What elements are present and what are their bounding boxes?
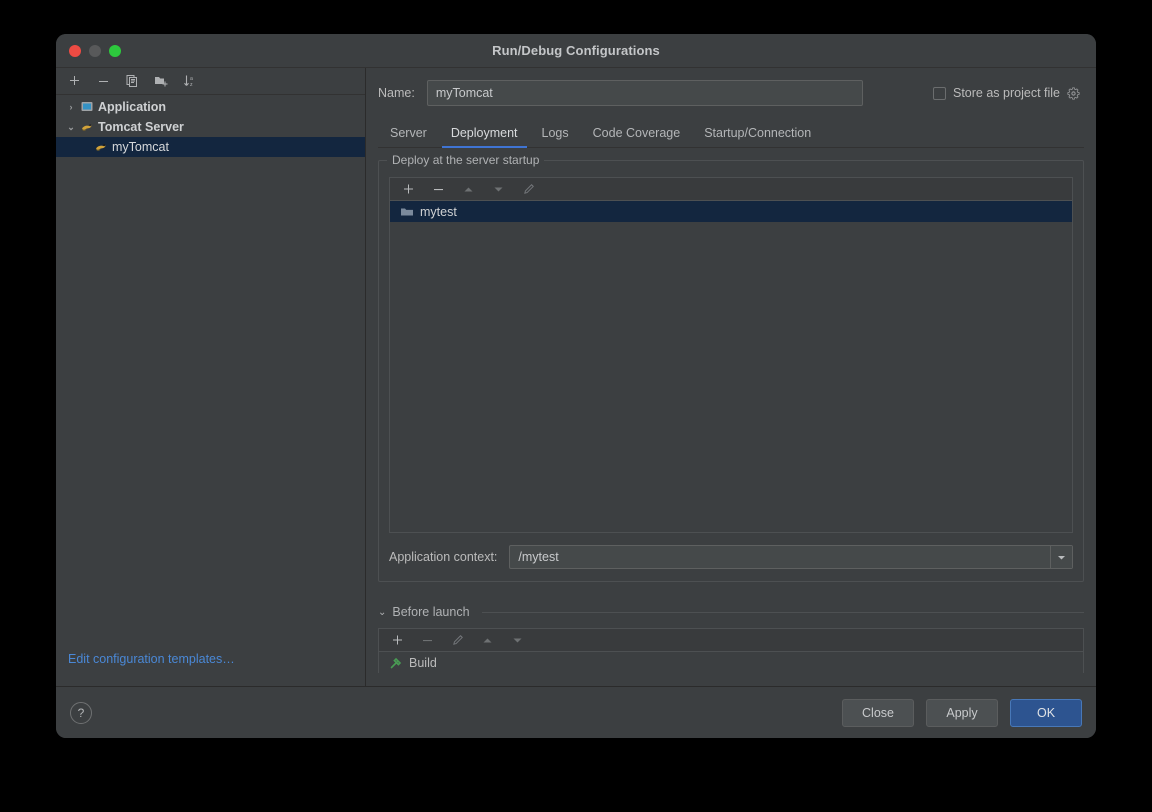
before-launch-task-label: Build: [409, 655, 437, 670]
tab-server[interactable]: Server: [378, 126, 439, 147]
add-task-button[interactable]: [387, 630, 407, 650]
add-configuration-button[interactable]: [64, 71, 84, 91]
before-launch-task-list[interactable]: Build: [378, 628, 1084, 673]
configuration-tabs[interactable]: Server Deployment Logs Code Coverage Sta…: [378, 120, 1084, 148]
configuration-editor-pane: Name: Store as project file Server Deplo…: [366, 68, 1096, 686]
chevron-right-icon[interactable]: ›: [64, 102, 78, 112]
dialog-buttons: Close Apply OK: [842, 698, 1082, 727]
name-input[interactable]: [426, 80, 863, 106]
tab-code-coverage[interactable]: Code Coverage: [581, 126, 693, 147]
before-launch-toolbar: [379, 629, 1083, 652]
before-launch-task-row[interactable]: Build: [379, 652, 1083, 673]
remove-task-button[interactable]: [417, 630, 437, 650]
deployment-artifacts-list[interactable]: mytest: [389, 177, 1073, 533]
close-button[interactable]: Close: [842, 698, 914, 727]
deployment-list-body[interactable]: mytest: [390, 201, 1072, 532]
build-hammer-icon: [387, 656, 405, 670]
remove-configuration-button[interactable]: [93, 71, 113, 91]
pencil-icon[interactable]: [518, 179, 538, 199]
deploy-panel-legend: Deploy at the server startup: [387, 153, 545, 167]
application-context-label: Application context:: [389, 550, 498, 564]
tab-deployment[interactable]: Deployment: [439, 126, 530, 148]
list-item[interactable]: mytest: [390, 201, 1072, 222]
pencil-icon[interactable]: [447, 630, 467, 650]
ok-button[interactable]: OK: [1010, 698, 1082, 727]
name-label: Name:: [378, 86, 415, 100]
configurations-tree[interactable]: › Application ⌄ Tomcat Server myTomcat: [56, 95, 365, 650]
name-row: Name: Store as project file: [378, 80, 1084, 106]
dialog-body: a z › Application ⌄ Tomcat Server myTomc…: [56, 68, 1096, 686]
copy-configuration-button[interactable]: [122, 71, 142, 91]
application-context-input[interactable]: [510, 546, 1050, 568]
tree-node-application[interactable]: › Application: [56, 97, 365, 117]
remove-artifact-button[interactable]: [428, 179, 448, 199]
help-button[interactable]: ?: [70, 701, 92, 724]
tree-item-mytomcat[interactable]: myTomcat: [56, 137, 365, 157]
tab-logs[interactable]: Logs: [530, 126, 581, 147]
tab-startup-connection[interactable]: Startup/Connection: [692, 126, 823, 147]
tomcat-icon: [92, 140, 110, 154]
window-titlebar: Run/Debug Configurations: [56, 34, 1096, 68]
run-debug-configurations-dialog: Run/Debug Configurations a z › Applicati…: [56, 34, 1096, 738]
store-as-project-file-control[interactable]: Store as project file: [933, 86, 1084, 100]
dialog-footer: ? Close Apply OK: [56, 686, 1096, 738]
deploy-at-server-startup-panel: Deploy at the server startup mytest Appl…: [378, 153, 1084, 582]
arrow-down-icon[interactable]: [488, 179, 508, 199]
deployment-list-toolbar: [390, 178, 1072, 201]
application-context-combo[interactable]: [509, 545, 1073, 569]
before-launch-header[interactable]: ⌄ Before launch: [378, 604, 1084, 620]
divider: [481, 611, 1084, 613]
application-icon: [78, 100, 96, 114]
tree-label-application: Application: [98, 100, 167, 114]
before-launch-section: ⌄ Before launch Build: [378, 604, 1084, 686]
tree-node-tomcat-server[interactable]: ⌄ Tomcat Server: [56, 117, 365, 137]
list-item-label: mytest: [420, 204, 457, 219]
window-title: Run/Debug Configurations: [492, 43, 660, 58]
svg-text:z: z: [190, 82, 193, 88]
chevron-down-icon[interactable]: ⌄: [378, 607, 386, 618]
sidebar-footer: Edit configuration templates…: [56, 650, 365, 686]
arrow-up-icon[interactable]: [477, 630, 497, 650]
arrow-up-icon[interactable]: [458, 179, 478, 199]
application-context-row: Application context:: [389, 545, 1073, 569]
arrow-down-icon[interactable]: [507, 630, 527, 650]
configurations-sidebar: a z › Application ⌄ Tomcat Server myTomc…: [56, 68, 366, 686]
tomcat-icon: [78, 120, 96, 134]
tree-label-tomcat-server: Tomcat Server: [98, 120, 184, 134]
chevron-down-icon[interactable]: [1050, 546, 1072, 568]
folder-icon: [398, 205, 416, 219]
folder-add-icon[interactable]: [151, 71, 171, 91]
apply-button[interactable]: Apply: [926, 698, 998, 727]
store-as-project-file-checkbox[interactable]: [933, 86, 946, 100]
before-launch-title: Before launch: [392, 605, 470, 619]
tree-label-mytomcat: myTomcat: [112, 140, 169, 154]
sidebar-toolbar: a z: [56, 68, 365, 95]
edit-configuration-templates-link[interactable]: Edit configuration templates…: [68, 652, 235, 666]
sort-alpha-icon[interactable]: a z: [180, 71, 200, 91]
chevron-down-icon[interactable]: ⌄: [64, 122, 78, 133]
store-as-project-file-label: Store as project file: [953, 86, 1060, 100]
gear-icon[interactable]: [1067, 86, 1080, 100]
add-artifact-button[interactable]: [398, 179, 418, 199]
